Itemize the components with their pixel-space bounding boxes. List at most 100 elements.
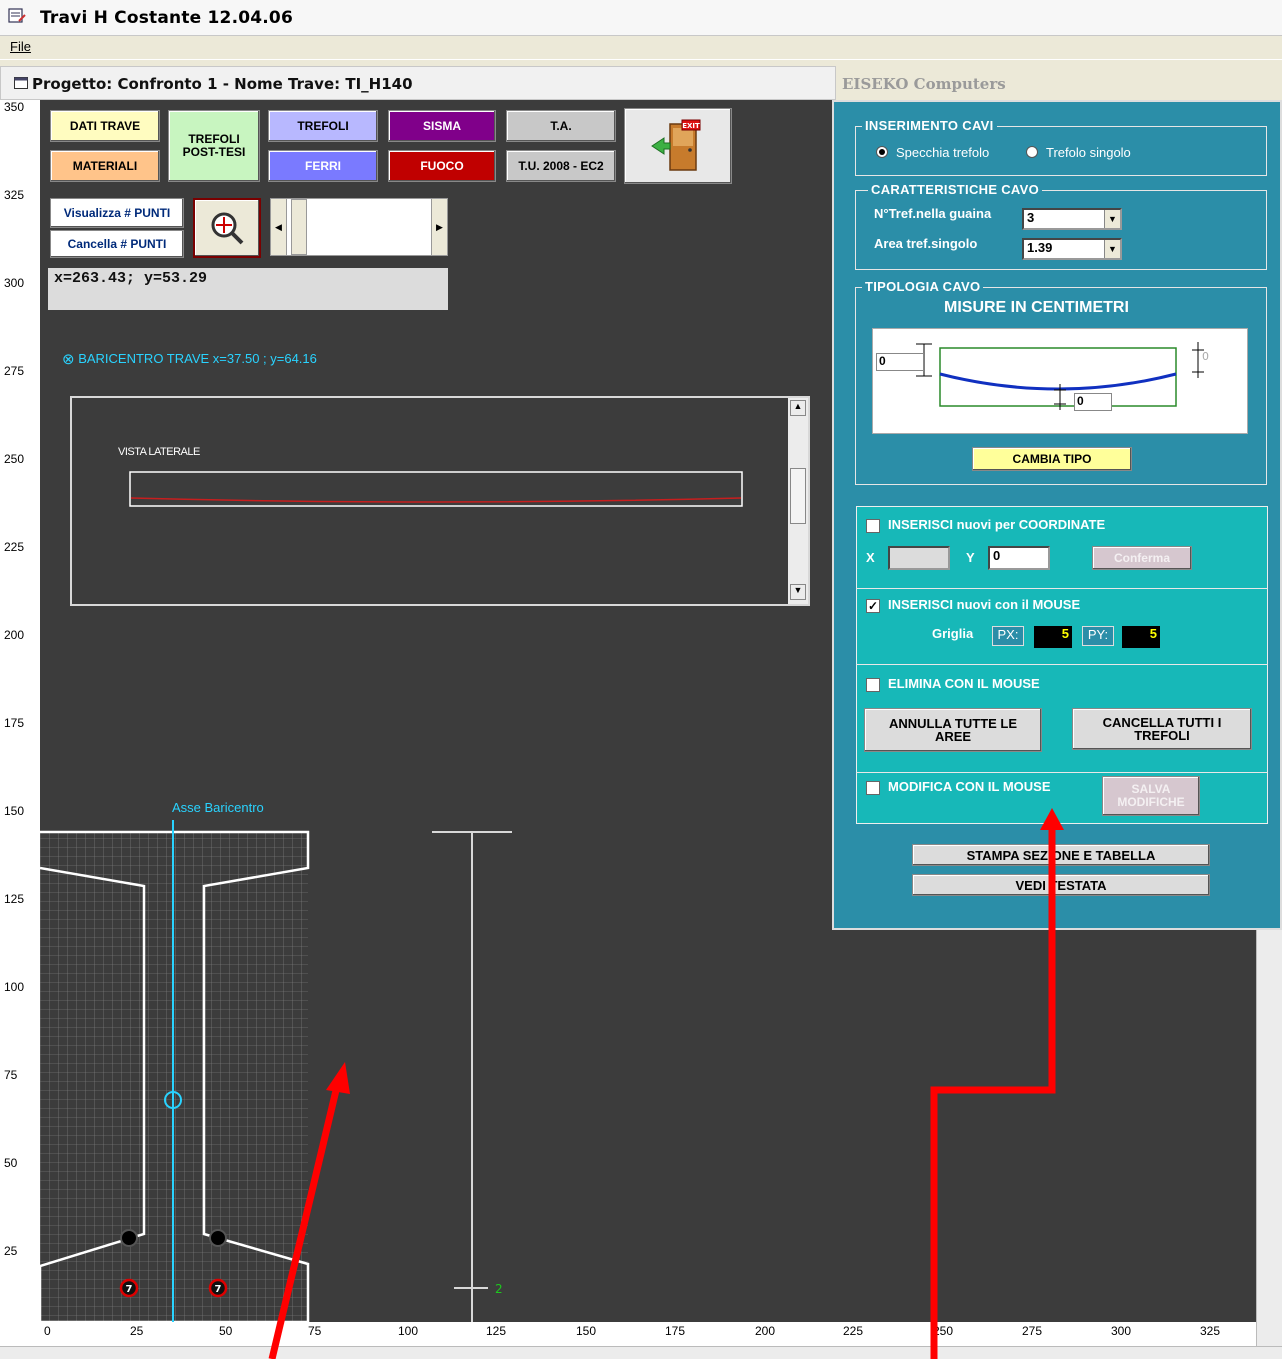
modifica-label: MODIFICA CON IL MOUSE bbox=[888, 779, 1051, 794]
modifica-checkbox[interactable] bbox=[866, 781, 880, 795]
x-tick: 50 bbox=[219, 1324, 233, 1338]
scroll-down-icon[interactable]: ▼ bbox=[790, 584, 806, 600]
conferma-button[interactable]: Conferma bbox=[1092, 546, 1192, 570]
cable-profile-drawing: 0 bbox=[916, 342, 1209, 410]
ntref-select[interactable]: 3 ▼ bbox=[1022, 208, 1122, 230]
area-select[interactable]: 1.39 ▼ bbox=[1022, 238, 1122, 260]
inserisci-coord-checkbox[interactable] bbox=[866, 519, 880, 533]
elimina-checkbox[interactable] bbox=[866, 678, 880, 692]
y-tick: 300 bbox=[4, 276, 25, 290]
y-tick: 350 bbox=[4, 100, 25, 114]
tendon-left-label: 7 bbox=[126, 1284, 133, 1295]
exit-sign-text: EXIT bbox=[682, 122, 700, 130]
ntref-value: 3 bbox=[1027, 210, 1035, 225]
radio-singolo-label[interactable]: Trefolo singolo bbox=[1046, 145, 1131, 160]
trefoli-button[interactable]: TREFOLI bbox=[268, 110, 378, 142]
x-tick: 175 bbox=[665, 1324, 686, 1338]
app-icon bbox=[8, 8, 26, 23]
vedi-testata-button[interactable]: VEDI TESTATA bbox=[912, 874, 1210, 896]
x-tick: 25 bbox=[130, 1324, 144, 1338]
x-ruler: 0 25 50 75 100 125 150 175 200 225 250 2… bbox=[0, 1322, 1282, 1346]
slider-left-arrow[interactable]: ◀ bbox=[271, 199, 287, 255]
y-tick: 200 bbox=[4, 628, 25, 642]
griglia-label: Griglia bbox=[932, 626, 974, 641]
y-tick: 50 bbox=[4, 1156, 18, 1170]
px-label: PX: bbox=[992, 626, 1024, 646]
x-input[interactable] bbox=[888, 546, 950, 570]
trefoli-post-tesi-button[interactable]: TREFOLI POST-TESI bbox=[168, 110, 260, 182]
x-tick: 150 bbox=[576, 1324, 597, 1338]
horizontal-scrollbar[interactable] bbox=[0, 1346, 1282, 1359]
tipologia-subtitle: MISURE IN CENTIMETRI bbox=[944, 299, 1129, 316]
radio-specchia[interactable] bbox=[876, 146, 888, 158]
inserisci-mouse-checkbox[interactable]: ✓ bbox=[866, 599, 880, 613]
inserimento-title: INSERIMENTO CAVI bbox=[862, 118, 997, 133]
fuoco-button[interactable]: FUOCO bbox=[388, 150, 496, 182]
side-view-drawing bbox=[129, 471, 743, 507]
side-view-scrollbar[interactable]: ▲ ▼ bbox=[788, 398, 808, 604]
cancella-punti-button[interactable]: Cancella # PUNTI bbox=[50, 230, 184, 258]
x-tick: 75 bbox=[308, 1324, 322, 1338]
zoom-button[interactable] bbox=[193, 198, 261, 258]
ta-button[interactable]: T.A. bbox=[506, 110, 616, 142]
y-tick: 25 bbox=[4, 1244, 18, 1258]
radio-singolo[interactable] bbox=[1026, 146, 1038, 158]
asse-baricentro-label: Asse Baricentro bbox=[172, 800, 264, 815]
x-tick: 0 bbox=[44, 1324, 51, 1338]
menu-bar bbox=[0, 36, 1282, 60]
cancella-trefoli-button[interactable]: CANCELLA TUTTI I TREFOLI bbox=[1072, 708, 1252, 750]
slider-thumb[interactable] bbox=[291, 199, 307, 255]
cambia-tipo-button[interactable]: CAMBIA TIPO bbox=[972, 447, 1132, 471]
tendon-right-label: 7 bbox=[215, 1284, 222, 1295]
ntref-label: N°Tref.nella guaina bbox=[874, 206, 992, 221]
divider bbox=[856, 772, 1268, 773]
vertical-scrollbar[interactable] bbox=[1256, 930, 1282, 1346]
x-tick: 100 bbox=[398, 1324, 419, 1338]
y-ruler: 350 325 300 275 250 225 200 175 150 125 … bbox=[0, 100, 40, 1346]
scroll-up-icon[interactable]: ▲ bbox=[790, 400, 806, 416]
y-tick: 175 bbox=[4, 716, 25, 730]
slider-right-arrow[interactable]: ▶ bbox=[431, 199, 447, 255]
tu-2008-ec2-button[interactable]: T.U. 2008 - EC2 bbox=[506, 150, 616, 182]
visualizza-punti-button[interactable]: Visualizza # PUNTI bbox=[50, 198, 184, 228]
x-tick: 300 bbox=[1111, 1324, 1132, 1338]
scroll-thumb[interactable] bbox=[790, 468, 806, 524]
x-tick: 125 bbox=[486, 1324, 507, 1338]
sisma-button[interactable]: SISMA bbox=[388, 110, 496, 142]
dati-trave-button[interactable]: DATI TRAVE bbox=[50, 110, 160, 142]
salva-modifiche-button[interactable]: SALVA MODIFICHE bbox=[1102, 776, 1200, 816]
scale-mark-label: 2 bbox=[495, 1282, 503, 1296]
divider bbox=[856, 664, 1268, 665]
child-window-icon bbox=[14, 77, 28, 89]
radio-specchia-label[interactable]: Specchia trefolo bbox=[896, 145, 989, 160]
y-tick: 125 bbox=[4, 892, 25, 906]
annulla-aree-button[interactable]: ANNULLA TUTTE LE AREE bbox=[864, 708, 1042, 752]
profile-mid-input[interactable]: 0 bbox=[1074, 393, 1112, 411]
x-label: X bbox=[866, 550, 875, 565]
zoom-slider[interactable]: ◀ ▶ bbox=[270, 198, 448, 256]
caratteristiche-title: CARATTERISTICHE CAVO bbox=[868, 182, 1043, 197]
y-tick: 100 bbox=[4, 980, 25, 994]
tipologia-title: TIPOLOGIA CAVO bbox=[862, 279, 984, 294]
materiali-button[interactable]: MATERIALI bbox=[50, 150, 160, 182]
profile-left-input[interactable]: 0 bbox=[876, 353, 924, 371]
y-tick: 325 bbox=[4, 188, 25, 202]
chevron-down-icon[interactable]: ▼ bbox=[1104, 240, 1120, 258]
py-input[interactable]: 5 bbox=[1122, 626, 1160, 648]
elimina-label: ELIMINA CON IL MOUSE bbox=[888, 676, 1040, 691]
menu-file[interactable]: File bbox=[10, 39, 31, 54]
x-tick: 250 bbox=[933, 1324, 954, 1338]
y-input[interactable]: 0 bbox=[988, 546, 1050, 570]
chevron-down-icon[interactable]: ▼ bbox=[1104, 210, 1120, 228]
area-value: 1.39 bbox=[1027, 240, 1053, 255]
exit-button[interactable]: EXIT bbox=[624, 108, 732, 184]
right-panel-title: EISEKO Computers bbox=[842, 75, 1006, 93]
px-input[interactable]: 5 bbox=[1034, 626, 1072, 648]
stampa-sezione-button[interactable]: STAMPA SEZIONE E TABELLA bbox=[912, 844, 1210, 866]
profile-right-value: 0 bbox=[1202, 350, 1209, 363]
y-tick: 150 bbox=[4, 804, 25, 818]
y-tick: 250 bbox=[4, 452, 25, 466]
child-window-title: Progetto: Confronto 1 - Nome Trave: TI_H… bbox=[32, 75, 413, 93]
y-tick: 275 bbox=[4, 364, 25, 378]
ferri-button[interactable]: FERRI bbox=[268, 150, 378, 182]
